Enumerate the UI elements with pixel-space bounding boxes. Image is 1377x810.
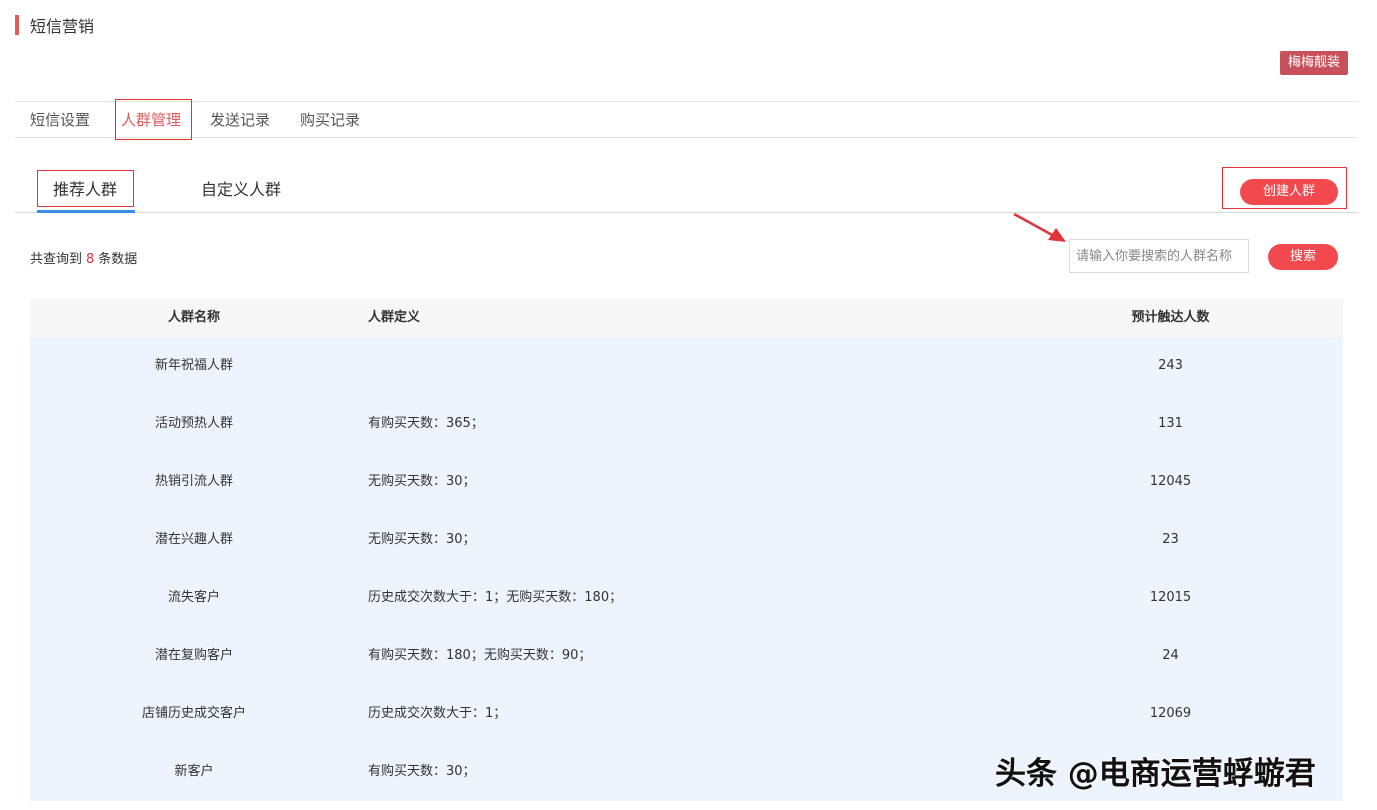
page-header: 短信营销 xyxy=(15,15,95,36)
crowd-name-cell: 流失客户 xyxy=(167,590,220,605)
crowd-search-input[interactable] xyxy=(1069,239,1249,273)
crowd-name-cell: 热销引流人群 xyxy=(154,474,233,489)
watermark: 头条 @电商运营蜉蝣君 xyxy=(995,756,1316,792)
crowd-definition-cell xyxy=(358,337,998,395)
table-row[interactable]: 活动预热人群 有购买天数：365； 131 xyxy=(30,395,1343,453)
page-title: 短信营销 xyxy=(30,17,95,36)
search-button[interactable]: 搜索 xyxy=(1268,244,1338,270)
crowd-name-cell: 新年祝福人群 xyxy=(154,358,233,373)
crowd-name-cell: 潜在复购客户 xyxy=(154,648,233,663)
result-count: 共查询到 8 条数据 xyxy=(30,248,137,267)
crowd-name-cell: 店铺历史成交客户 xyxy=(141,706,246,721)
crowd-definition-cell: 有购买天数：180；无购买天数：90； xyxy=(368,648,592,663)
estimated-reach-cell: 24 xyxy=(1162,648,1179,663)
shop-name-badge[interactable]: 梅梅靓装 xyxy=(1280,51,1348,75)
table-row[interactable]: 潜在兴趣人群 无购买天数：30； 23 xyxy=(30,511,1343,569)
crowd-name-cell: 活动预热人群 xyxy=(154,416,233,431)
tab-send-records[interactable]: 发送记录 xyxy=(210,102,270,138)
header-estimated-reach: 预计触达人数 xyxy=(1131,310,1210,325)
annotation-arrow-icon xyxy=(1013,212,1066,242)
tab-sms-settings[interactable]: 短信设置 xyxy=(30,102,90,138)
create-crowd-button[interactable]: 创建人群 xyxy=(1240,179,1338,205)
crowd-definition-cell: 历史成交次数大于：1； xyxy=(368,706,507,721)
crowd-name-cell: 新客户 xyxy=(174,764,214,779)
crowd-definition-cell: 历史成交次数大于：1；无购买天数：180； xyxy=(368,590,623,605)
estimated-reach-cell: 243 xyxy=(1158,358,1183,373)
tab-purchase-records[interactable]: 购买记录 xyxy=(300,102,360,138)
crowd-definition-cell: 无购买天数：30； xyxy=(368,474,476,489)
sub-tab-bar: 推荐人群 自定义人群 xyxy=(15,168,1358,213)
header-crowd-name: 人群名称 xyxy=(167,310,220,325)
estimated-reach-cell: 12045 xyxy=(1149,474,1192,489)
table-body: 新年祝福人群 243 活动预热人群 有购买天数：365； 131 热销引流人群 … xyxy=(30,337,1343,801)
subtab-recommended-crowds[interactable]: 推荐人群 xyxy=(53,168,117,212)
crowd-table: 人群名称 人群定义 预计触达人数 新年祝福人群 243 活动预热人群 有购买天数… xyxy=(30,298,1343,801)
result-count-number: 8 xyxy=(86,252,95,267)
estimated-reach-cell: 131 xyxy=(1158,416,1183,431)
table-row[interactable]: 店铺历史成交客户 历史成交次数大于：1； 12069 xyxy=(30,685,1343,743)
table-row[interactable]: 新年祝福人群 243 xyxy=(30,337,1343,395)
crowd-name-cell: 潜在兴趣人群 xyxy=(154,532,233,547)
header-crowd-definition: 人群定义 xyxy=(368,310,421,325)
subtab-custom-crowds[interactable]: 自定义人群 xyxy=(201,168,281,212)
result-prefix: 共查询到 xyxy=(30,252,83,267)
crowd-definition-cell: 有购买天数：365； xyxy=(368,416,484,431)
result-suffix: 条数据 xyxy=(98,252,138,267)
crowd-definition-cell: 无购买天数：30； xyxy=(368,532,476,547)
tab-crowd-management[interactable]: 人群管理 xyxy=(121,102,181,138)
estimated-reach-cell: 12069 xyxy=(1149,706,1192,721)
table-row[interactable]: 潜在复购客户 有购买天数：180；无购买天数：90； 24 xyxy=(30,627,1343,685)
header-accent-bar xyxy=(15,15,19,35)
main-tab-bar: 短信设置 人群管理 发送记录 购买记录 xyxy=(15,101,1358,138)
crowd-definition-cell: 有购买天数：30； xyxy=(368,764,476,779)
active-subtab-indicator xyxy=(37,210,135,213)
table-row[interactable]: 流失客户 历史成交次数大于：1；无购买天数：180； 12015 xyxy=(30,569,1343,627)
estimated-reach-cell: 23 xyxy=(1162,532,1179,547)
table-header: 人群名称 人群定义 预计触达人数 xyxy=(30,298,1343,337)
estimated-reach-cell: 12015 xyxy=(1149,590,1192,605)
table-row[interactable]: 热销引流人群 无购买天数：30； 12045 xyxy=(30,453,1343,511)
